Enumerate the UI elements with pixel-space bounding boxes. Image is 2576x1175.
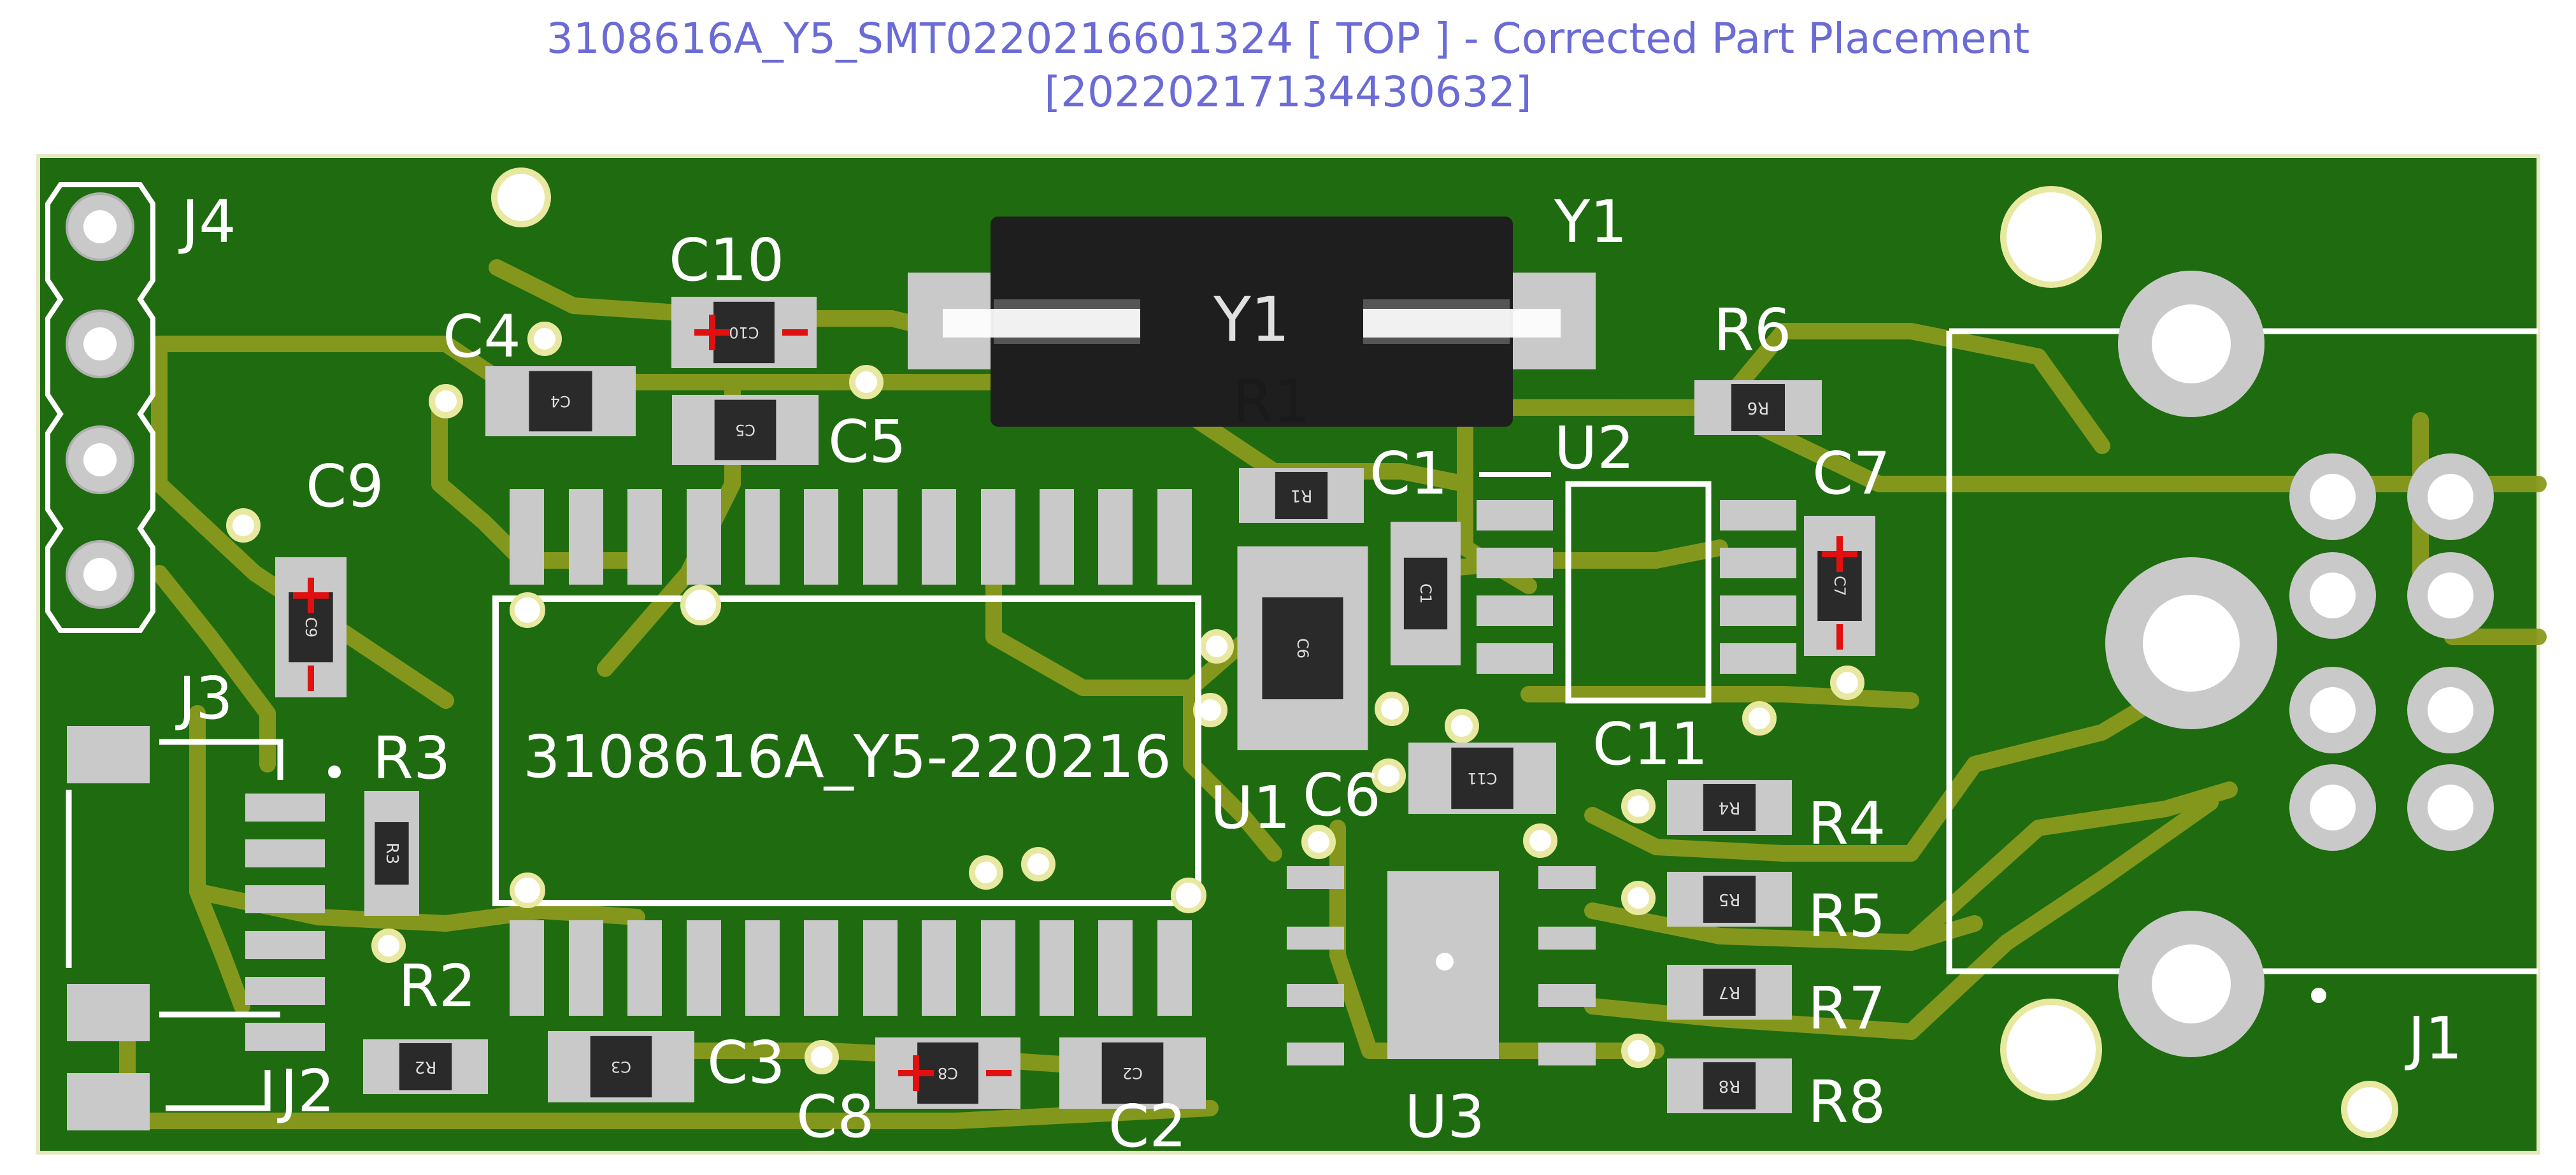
body-label-c7: C7: [1831, 576, 1849, 596]
component-c10: C10: [671, 297, 817, 368]
component-c7: C7: [1804, 516, 1875, 656]
body-label-c8: C8: [938, 1064, 958, 1082]
component-r7: R7: [1667, 965, 1792, 1020]
ref-c1: C1: [1370, 439, 1448, 508]
body-label-c6: C6: [1294, 638, 1312, 659]
ref-j4: J4: [178, 188, 236, 256]
component-c9: C9: [275, 557, 347, 697]
ref-c10: C10: [669, 226, 784, 294]
ref-u3: U3: [1405, 1083, 1485, 1151]
component-r4: R4: [1667, 780, 1792, 835]
ref-c7: C7: [1812, 439, 1891, 508]
mounting-hole: [491, 167, 551, 227]
ref-u1: U1: [1210, 774, 1291, 842]
body-label-c5: C5: [735, 421, 755, 439]
component-r5: R5: [1667, 872, 1792, 927]
body-label-c1: C1: [1417, 583, 1435, 604]
mounting-hole: [2341, 1081, 2398, 1138]
ref-c9: C9: [306, 452, 384, 520]
body-label-c10: C10: [729, 324, 759, 341]
ref-y1: Y1: [1554, 188, 1628, 256]
mounting-hole: [2000, 999, 2102, 1100]
component-c1: C1: [1391, 522, 1461, 666]
ref-r1: R1: [1233, 367, 1310, 436]
ref-j1: J1: [2405, 1004, 2463, 1072]
body-label-r2: R2: [415, 1057, 437, 1076]
ref-r8: R8: [1808, 1068, 1885, 1136]
component-r3: R3: [364, 791, 419, 916]
body-label-c4: C4: [550, 392, 571, 410]
ref-r2: R2: [398, 952, 476, 1020]
pcb-view: Y1 3108616A_Y5-220216 C10C4C5C9R1R6C1 C7…: [36, 154, 2547, 1160]
ref-j2: J2: [277, 1057, 335, 1125]
ref-r4: R4: [1808, 790, 1885, 858]
ref-r5: R5: [1808, 882, 1885, 950]
body-label-r6: R6: [1747, 398, 1770, 417]
body-label-c11: C11: [1467, 769, 1497, 787]
component-c5: C5: [672, 395, 819, 465]
ref-r6: R6: [1714, 296, 1791, 364]
component-c6: C6: [1237, 546, 1368, 750]
ref-c6: C6: [1303, 761, 1381, 829]
component-r6: R6: [1694, 380, 1822, 435]
ref-c11: C11: [1592, 710, 1708, 778]
body-label-c3: C3: [611, 1058, 631, 1076]
body-label-r1: R1: [1291, 486, 1313, 505]
ref-c2: C2: [1108, 1092, 1187, 1160]
body-label-c9: C9: [302, 617, 320, 637]
ref-r3: R3: [373, 724, 450, 792]
ref-c4: C4: [443, 303, 521, 371]
component-c8: C8: [875, 1037, 1020, 1109]
ref-c8: C8: [796, 1083, 875, 1151]
ref-c5: C5: [828, 408, 906, 476]
component-c11: C11: [1408, 743, 1556, 814]
ref-c3: C3: [707, 1029, 785, 1097]
component-r1: R1: [1239, 468, 1364, 523]
component-c4: C4: [485, 366, 636, 436]
body-label-r4: R4: [1719, 798, 1741, 817]
body-label-r5: R5: [1719, 890, 1741, 909]
body-label-r7: R7: [1719, 983, 1741, 1002]
ref-j3: J3: [175, 664, 233, 732]
body-label-r8: R8: [1719, 1076, 1741, 1095]
ref-u2: U2: [1554, 414, 1635, 482]
body-label-c2: C2: [1122, 1064, 1143, 1082]
component-r2: R2: [363, 1039, 488, 1094]
ic-label: 3108616A_Y5-220216: [523, 723, 1171, 791]
crystal-body-label: Y1: [1213, 284, 1290, 355]
ref-r7: R7: [1808, 974, 1885, 1043]
component-c3: C3: [548, 1031, 694, 1102]
body-label-r3: R3: [382, 843, 401, 865]
component-r8: R8: [1667, 1058, 1792, 1113]
mounting-hole: [2000, 186, 2102, 288]
